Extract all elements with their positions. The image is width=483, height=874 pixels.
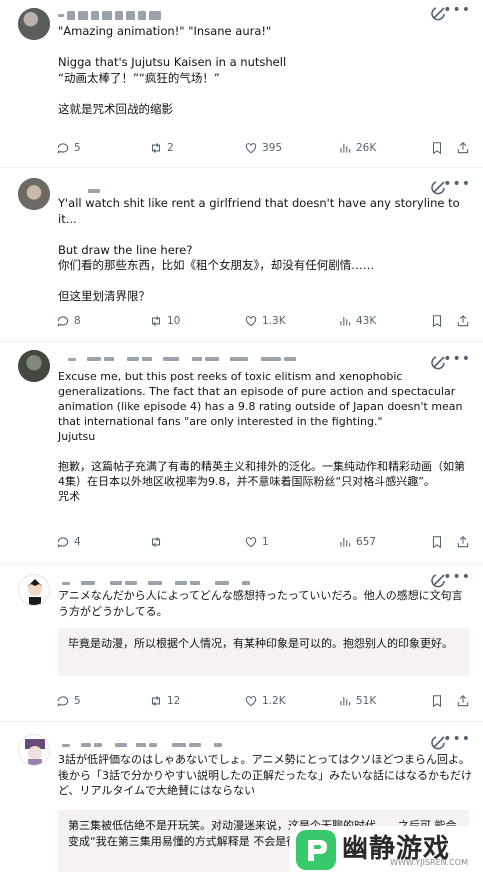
bookmark-button[interactable] (430, 141, 444, 155)
bookmark-button[interactable] (430, 314, 444, 328)
repost-icon (151, 695, 161, 707)
like-button[interactable]: 1.2K (244, 694, 286, 708)
tweet-text: 3話が低評価なのはしゃあないでしょ。アニメ勢にとってはクソほどつまらん回よ。後か… (58, 753, 472, 797)
reply-button[interactable]: 8 (56, 314, 81, 328)
action-bar: 5 12 1.2K 51K (56, 694, 473, 712)
watermark-url: WWW.YJISREN.COM (390, 858, 468, 867)
reply-icon (57, 696, 69, 707)
share-button[interactable] (456, 694, 470, 708)
bookmark-icon (432, 315, 442, 328)
tweet-1[interactable]: ••• "Amazing animation!" "Insane aura!" … (0, 0, 483, 168)
tweet-2[interactable]: ••• Y'all watch shit like rent a girlfri… (0, 168, 483, 342)
more-icon[interactable]: ••• (443, 351, 471, 367)
repost-button[interactable] (149, 535, 167, 549)
views-button[interactable]: 51K (338, 694, 376, 708)
share-icon (457, 142, 469, 154)
reply-icon (57, 316, 69, 327)
action-bar: 8 10 1.3K 43K (56, 314, 473, 332)
repost-icon (151, 536, 161, 548)
reply-button[interactable]: 5 (56, 694, 81, 708)
reply-button[interactable]: 4 (56, 535, 81, 549)
share-button[interactable] (456, 141, 470, 155)
watermark: 幽静游戏 WWW.YJISREN.COM (290, 826, 483, 872)
repost-icon (151, 315, 161, 327)
views-button[interactable]: 43K (338, 314, 376, 328)
bookmark-button[interactable] (430, 535, 444, 549)
heart-icon (245, 537, 257, 548)
anime-avatar-icon (25, 739, 45, 765)
bookmark-icon (432, 536, 442, 549)
share-icon (457, 315, 469, 327)
repost-icon (151, 142, 161, 154)
views-button[interactable]: 26K (338, 141, 376, 155)
like-button[interactable]: 1 (244, 535, 269, 549)
reply-icon (57, 143, 69, 154)
views-icon (340, 696, 351, 706)
avatar[interactable] (18, 734, 50, 766)
views-icon (340, 316, 351, 326)
more-icon[interactable]: ••• (443, 569, 471, 585)
heart-icon (245, 316, 257, 327)
anime-avatar-icon (27, 579, 43, 605)
tweet-text: Y'all watch shit like rent a girlfriend … (58, 196, 460, 303)
bookmark-button[interactable] (430, 694, 444, 708)
more-icon[interactable]: ••• (443, 176, 471, 192)
bookmark-icon (432, 695, 442, 708)
repost-button[interactable]: 2 (149, 141, 174, 155)
tweet-text: アニメなんだから人によってどんな感想持ったっていいだろ。他人の感想に文句言う方が… (58, 589, 463, 618)
like-button[interactable]: 395 (244, 141, 282, 155)
watermark-logo-icon (296, 830, 336, 870)
heart-icon (245, 143, 257, 154)
views-button[interactable]: 657 (338, 535, 376, 549)
action-bar: 5 2 395 26K (56, 141, 473, 159)
share-icon (457, 536, 469, 548)
more-icon[interactable]: ••• (443, 731, 471, 747)
tweet-4[interactable]: ••• アニメなんだから人によってどんな感想持ったっていいだろ。他人の感想に文句… (0, 564, 483, 722)
repost-button[interactable]: 10 (149, 314, 180, 328)
views-icon (340, 537, 351, 547)
more-icon[interactable]: ••• (443, 2, 471, 18)
share-button[interactable] (456, 314, 470, 328)
reply-icon (57, 537, 69, 548)
tweet-text: "Amazing animation!" "Insane aura!" Nigg… (58, 24, 287, 116)
heart-icon (245, 696, 257, 707)
username-redacted[interactable] (58, 6, 161, 24)
avatar[interactable] (18, 350, 50, 382)
views-icon (340, 143, 351, 153)
bookmark-icon (432, 142, 442, 155)
avatar[interactable] (18, 574, 50, 606)
tweet-3[interactable]: ••• Excuse me, but this post reeks of to… (0, 342, 483, 564)
avatar[interactable] (18, 8, 50, 40)
username-redacted[interactable] (58, 350, 296, 368)
avatar[interactable] (18, 178, 50, 210)
reply-button[interactable]: 5 (56, 141, 81, 155)
like-button[interactable]: 1.3K (244, 314, 286, 328)
share-icon (457, 695, 469, 707)
share-button[interactable] (456, 535, 470, 549)
tweet-text: Excuse me, but this post reeks of toxic … (58, 370, 465, 503)
translation-box: 毕竟是动漫，所以根据个人情况，有某种印象是可以的。抱怨别人的印象更好。 (58, 628, 469, 676)
repost-button[interactable]: 12 (149, 694, 180, 708)
action-bar: 4 1 657 (56, 535, 473, 553)
